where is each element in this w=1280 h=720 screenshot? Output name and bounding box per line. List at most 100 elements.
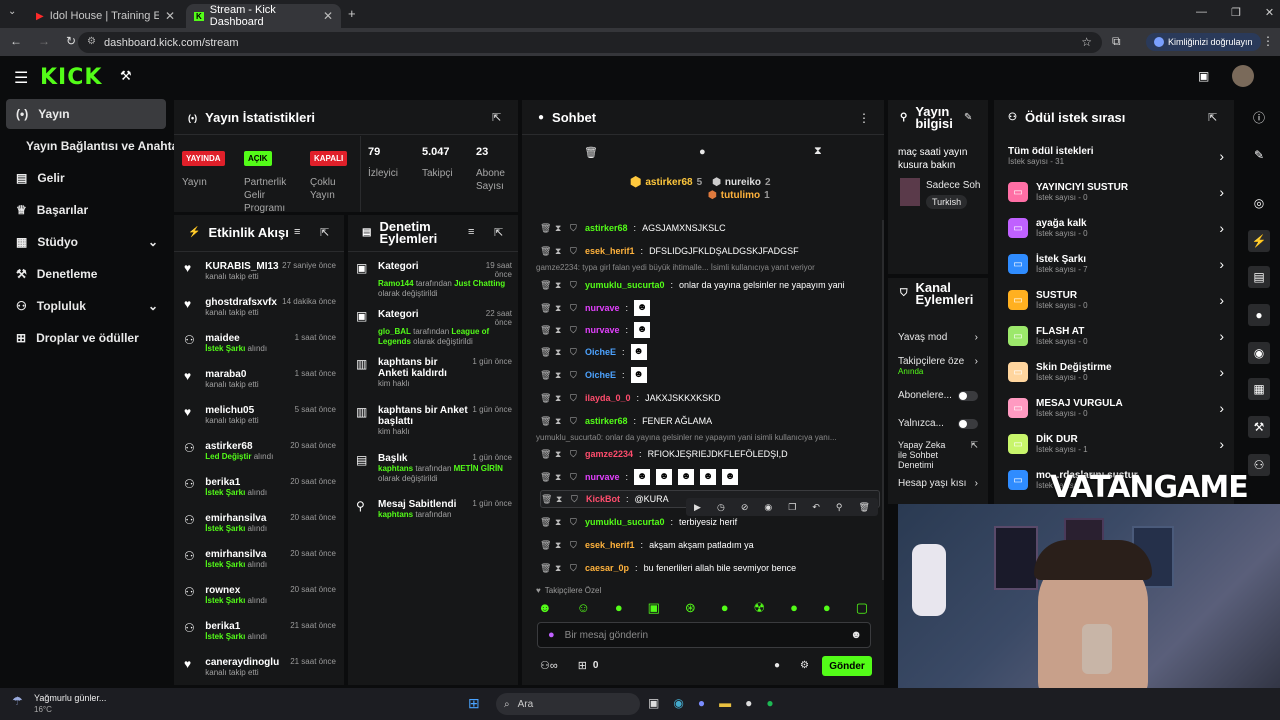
moderation-item[interactable]: ▥ kaphtans bir Anketi kaldırdı 1 gün önce k… [356, 357, 512, 405]
timeout-icon[interactable]: ⧗ [555, 370, 564, 381]
send-button[interactable]: Gönder [822, 656, 872, 676]
emote-icon[interactable]: ● [615, 600, 623, 616]
chat-message[interactable]: 🗑 ⧗ ⛉ nurvave: ☻ ☻ ☻ ☻ ☻ [540, 468, 880, 486]
rewards-icon[interactable]: ⚇ [1248, 454, 1270, 476]
ban-shield-icon[interactable]: ⛉ [570, 517, 579, 528]
timeout-icon[interactable]: ⧗ [555, 280, 564, 291]
ban-shield-icon[interactable]: ⛉ [570, 325, 579, 336]
chat-username[interactable]: gamze2234 [585, 449, 633, 459]
activity-user[interactable]: KURABIS_MI13 [205, 261, 278, 272]
ban-shield-icon[interactable]: ⛉ [570, 472, 579, 483]
chat-message[interactable]: 🗑 ⧗ ⛉ yumuklu_sucurta0: onlar da yayına gels… [540, 276, 880, 294]
followers-only-item[interactable]: Takipçilere öze Anında › [898, 356, 986, 376]
chrome-icon[interactable]: ◉ [673, 696, 683, 710]
info-icon[interactable]: ⓘ [1248, 106, 1270, 128]
activity-item[interactable]: ⚇ astirker68 20 saat önce Led Değiştir alın… [184, 441, 336, 477]
activity-user[interactable]: caneraydinoglu [205, 657, 279, 668]
app-icon[interactable]: ● [745, 696, 752, 710]
emote-icon[interactable]: ● [790, 600, 798, 616]
chat-message[interactable]: 🗑 ⧗ ⛉ gamze2234: RFIOKJEŞRIEJDKFLEFÖLEDŞI,D [540, 445, 880, 463]
timeout-icon[interactable]: ⧗ [555, 416, 564, 427]
chat-rules-icon[interactable]: ● [774, 660, 780, 671]
edit-icon[interactable]: ✎ [964, 112, 972, 123]
ai-moderation-item[interactable]: Yapay Zeka ile Sohbet Denetimi ⇱ [898, 440, 986, 470]
close-tab-icon[interactable]: ✕ [165, 9, 175, 23]
chat-message[interactable]: 🗑 ⧗ ⛉ astirker68: AGSJAMXNSJKSLC [540, 219, 880, 237]
sidebar-item-topluluk[interactable]: ⚇ Topluluk ⌄ [6, 291, 166, 321]
chat-input[interactable]: ● Bir mesaj gönderin ☻ [537, 622, 871, 648]
activity-user[interactable]: maidee [205, 333, 239, 344]
kick-logo[interactable]: KICK [40, 65, 102, 90]
delete-message-icon[interactable]: 🗑 [540, 370, 551, 381]
sidebar-item-denetleme[interactable]: ⚒ Denetleme [6, 259, 166, 289]
task-view-icon[interactable]: ▣ [648, 696, 659, 710]
menu-icon[interactable]: ☰ [14, 68, 28, 88]
ban-shield-icon[interactable]: ⛉ [570, 393, 579, 404]
slow-mode-item[interactable]: Yavaş mod › [898, 332, 986, 343]
activity-item[interactable]: ♥ maraba0 1 saat önce kanalı takip etti [184, 369, 336, 405]
activity-user[interactable]: maraba0 [205, 369, 246, 380]
timeout-icon[interactable]: ⧗ [555, 325, 564, 336]
chat-scrollbar[interactable] [882, 220, 884, 580]
trash-icon[interactable]: 🗑 [584, 146, 598, 159]
reload-icon[interactable]: ↻ [66, 34, 76, 48]
activity-item[interactable]: ⚇ rownex 20 saat önce İstek Şarkı alındı [184, 585, 336, 621]
camera-icon[interactable]: ◎ [1248, 192, 1270, 214]
bookmark-star-icon[interactable]: ☆ [1081, 35, 1092, 49]
address-bar[interactable]: ⚙ dashboard.kick.com/stream ☆ [78, 32, 1102, 53]
mic-icon[interactable]: ● [548, 629, 555, 641]
timeout-icon[interactable]: ◷ [717, 502, 725, 513]
emotes-toggle[interactable] [958, 418, 978, 429]
sidebar-item-gelir[interactable]: ▤ Gelir [6, 163, 166, 193]
ban-shield-icon[interactable]: ⛉ [570, 303, 579, 314]
extensions-icon[interactable]: ⧉ [1112, 34, 1121, 49]
popout-icon[interactable]: ⇱ [320, 226, 329, 239]
chat-message[interactable]: 🗑 ⧗ ⛉ OicheE: ☻ [540, 343, 880, 361]
filter-icon[interactable]: ≡ [294, 226, 300, 238]
emote-icon[interactable]: ☻ [538, 600, 552, 616]
chat-icon[interactable]: ● [1248, 304, 1270, 326]
top-user-name[interactable]: astirker68 [645, 177, 692, 188]
sidebar-item-droplar[interactable]: ⊞ Droplar ve ödüller [6, 323, 166, 353]
activity-user[interactable]: melichu05 [205, 405, 254, 416]
chat-username[interactable]: caesar_0p [585, 563, 629, 573]
minimize-icon[interactable]: — [1196, 6, 1207, 19]
ban-shield-icon[interactable]: ⛉ [570, 370, 579, 381]
chat-username[interactable]: esek_herif1 [585, 246, 635, 256]
chat-username[interactable]: astirker68 [585, 223, 628, 233]
chat-username[interactable]: astirker68 [585, 416, 628, 426]
delete-message-icon[interactable]: 🗑 [540, 416, 551, 427]
profile-verify-button[interactable]: Kimliğinizi doğrulayın [1146, 33, 1261, 51]
delete-message-icon[interactable]: 🗑 [540, 347, 551, 358]
layout-icon[interactable]: ▦ [1248, 378, 1270, 400]
wrench-icon[interactable]: ⚒ [1248, 416, 1270, 438]
ban-shield-icon[interactable]: ⛉ [570, 280, 579, 291]
emote-icon[interactable]: ⊛ [685, 600, 696, 616]
moderation-item[interactable]: ▥ kaphtans bir Anket başlattı 1 gün önce ki… [356, 405, 512, 453]
delete-message-icon[interactable]: 🗑 [540, 223, 551, 234]
delete-message-icon[interactable]: 🗑 [540, 563, 551, 574]
reward-item[interactable]: ▭ YAYINCIYI SUSTUR İstek sayısı - 0 › [1008, 176, 1224, 208]
reward-item[interactable]: ▭ Skin Değiştirme İstek sayısı - 0 › [1008, 356, 1224, 388]
chat-username[interactable]: esek_herif1 [585, 540, 635, 550]
timeout-icon[interactable]: ⧗ [555, 347, 564, 358]
timeout-icon[interactable]: ⧗ [555, 517, 564, 528]
reward-item[interactable]: ▭ FLASH AT İstek sayısı - 0 › [1008, 320, 1224, 352]
points-icon[interactable]: ⚇∞ [540, 659, 558, 672]
activity-user[interactable]: ghostdrafsxvfx [205, 297, 277, 308]
tag-pill[interactable]: Turkish [926, 195, 968, 209]
delete-icon[interactable]: 🗑 [859, 502, 870, 513]
reward-item[interactable]: ▭ ayağa kalk İstek sayısı - 0 › [1008, 212, 1224, 244]
popout-icon[interactable]: ⇱ [1208, 111, 1217, 124]
maximize-icon[interactable]: ❐ [1231, 6, 1241, 19]
subscribers-toggle[interactable] [958, 390, 978, 401]
emote-icon[interactable]: ▣ [648, 600, 660, 616]
chat-message[interactable]: 🗑 ⧗ ⛉ astirker68: FENER AĞLAMA [540, 412, 880, 430]
ban-shield-icon[interactable]: ⛉ [570, 416, 579, 427]
ban-shield-icon[interactable]: ⛉ [571, 494, 580, 505]
delete-message-icon[interactable]: 🗑 [541, 494, 552, 505]
browser-menu-icon[interactable]: ⋮ [1262, 34, 1274, 48]
new-tab-icon[interactable]: + [348, 6, 356, 21]
gift-icon[interactable]: ⊞ [578, 659, 587, 672]
activity-user[interactable]: rownex [205, 585, 240, 596]
